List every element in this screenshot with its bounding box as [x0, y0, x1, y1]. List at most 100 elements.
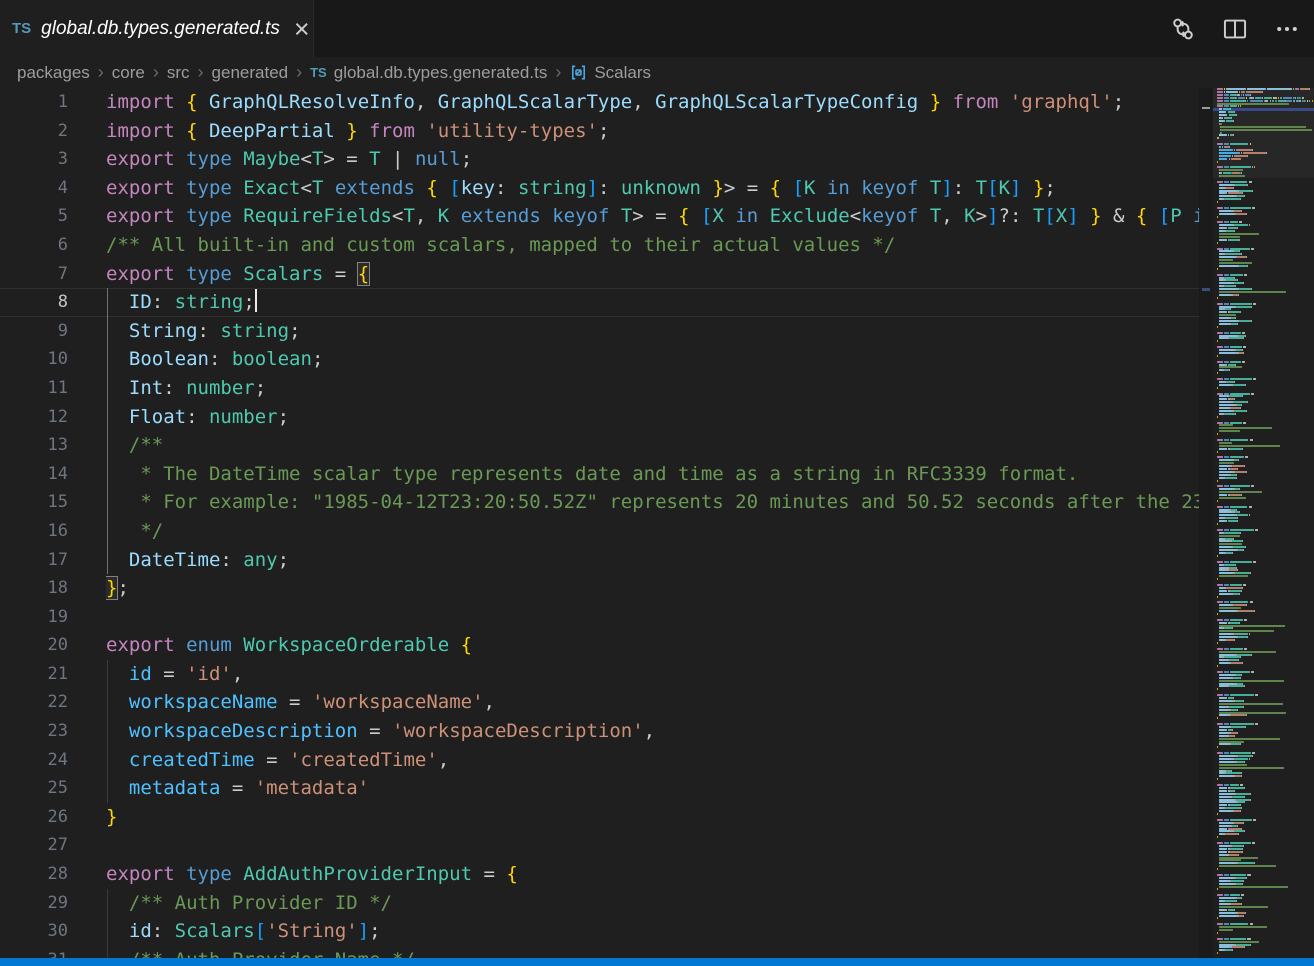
- line-number: 16: [0, 517, 68, 546]
- line-number: 6: [0, 231, 68, 260]
- line-content: id: Scalars['String'];: [106, 917, 1199, 946]
- code-line[interactable]: 4 export type Exact<T extends { [key: str…: [0, 174, 1199, 203]
- status-bar[interactable]: [0, 958, 1314, 966]
- line-number: 31: [0, 946, 68, 958]
- line-content: metadata = 'metadata': [106, 774, 1199, 803]
- code-line[interactable]: 23 workspaceDescription = 'workspaceDesc…: [0, 717, 1199, 746]
- overview-ruler[interactable]: [1199, 88, 1213, 958]
- ruler-decoration-mark: [1202, 288, 1210, 291]
- more-actions-icon[interactable]: [1274, 16, 1300, 42]
- line-content: * For example: "1985-04-12T23:20:50.52Z"…: [106, 488, 1199, 517]
- code-line[interactable]: 16 */: [0, 517, 1199, 546]
- tab-title: global.db.types.generated.ts: [41, 18, 280, 40]
- typescript-file-icon: TS: [12, 20, 31, 37]
- line-content: };: [106, 574, 1199, 603]
- vscode-editor-window: TS global.db.types.generated.ts ×: [0, 0, 1314, 966]
- indent-guide: [107, 431, 108, 460]
- line-number: 18: [0, 574, 68, 603]
- code-editor[interactable]: 1 import { GraphQLResolveInfo, GraphQLSca…: [0, 88, 1199, 958]
- line-number: 21: [0, 660, 68, 689]
- breadcrumb-item-file[interactable]: global.db.types.generated.ts: [334, 63, 548, 83]
- indent-guide: [107, 488, 108, 517]
- code-line[interactable]: 22 workspaceName = 'workspaceName',: [0, 688, 1199, 717]
- code-line[interactable]: 26}: [0, 803, 1199, 832]
- line-number: 4: [0, 174, 68, 203]
- breadcrumb-separator: ›: [555, 62, 561, 83]
- code-line[interactable]: 12 Float: number;: [0, 403, 1199, 432]
- code-line[interactable]: 6/** All built-in and custom scalars, ma…: [0, 231, 1199, 260]
- indent-guide: [107, 374, 108, 403]
- code-line[interactable]: 20export enum WorkspaceOrderable {: [0, 631, 1199, 660]
- typescript-file-icon: TS: [310, 65, 327, 80]
- code-line[interactable]: 21 id = 'id',: [0, 660, 1199, 689]
- code-line[interactable]: 30 id: Scalars['String'];: [0, 917, 1199, 946]
- breadcrumb-item-packages[interactable]: packages: [17, 63, 90, 83]
- code-line[interactable]: 27: [0, 831, 1199, 860]
- code-line[interactable]: 13 /**: [0, 431, 1199, 460]
- line-content: workspaceDescription = 'workspaceDescrip…: [106, 717, 1199, 746]
- line-number: 8: [0, 288, 68, 317]
- code-lines: 1 import { GraphQLResolveInfo, GraphQLSca…: [0, 88, 1199, 958]
- line-content: DateTime: any;: [106, 546, 1199, 575]
- line-content: Int: number;: [106, 374, 1199, 403]
- line-number: 13: [0, 431, 68, 460]
- code-line[interactable]: 10 Boolean: boolean;: [0, 345, 1199, 374]
- breadcrumb-separator: ›: [153, 62, 159, 83]
- breadcrumb-item-symbol[interactable]: Scalars: [594, 63, 651, 83]
- line-number: 7: [0, 260, 68, 289]
- line-content: export type Scalars = {: [106, 260, 1199, 289]
- line-number: 22: [0, 688, 68, 717]
- ruler-cursor-mark: [1202, 107, 1210, 109]
- line-content: import { GraphQLResolveInfo, GraphQLScal…: [106, 88, 1199, 117]
- line-number: 25: [0, 774, 68, 803]
- line-content: * The DateTime scalar type represents da…: [106, 460, 1199, 489]
- minimap[interactable]: [1213, 88, 1314, 958]
- line-content: [106, 831, 1199, 860]
- code-line[interactable]: 18};: [0, 574, 1199, 603]
- code-line[interactable]: 17 DateTime: any;: [0, 546, 1199, 575]
- line-content: createdTime = 'createdTime',: [106, 746, 1199, 775]
- code-line[interactable]: 7 export type Scalars = {: [0, 260, 1199, 289]
- line-content: import { DeepPartial } from 'utility-typ…: [106, 117, 1199, 146]
- line-number: 9: [0, 317, 68, 346]
- indent-guide: [107, 889, 108, 918]
- breadcrumb-item-generated[interactable]: generated: [212, 63, 289, 83]
- code-line[interactable]: 2 import { DeepPartial } from 'utility-ty…: [0, 117, 1199, 146]
- code-line[interactable]: 19: [0, 603, 1199, 632]
- code-line[interactable]: 24 createdTime = 'createdTime',: [0, 746, 1199, 775]
- breadcrumb-item-src[interactable]: src: [167, 63, 190, 83]
- split-editor-icon[interactable]: [1222, 16, 1248, 42]
- indent-guide: [107, 288, 108, 317]
- code-line[interactable]: 8 ID: string;: [0, 288, 1199, 317]
- code-line[interactable]: 11 Int: number;: [0, 374, 1199, 403]
- code-line[interactable]: 29 /** Auth Provider ID */: [0, 889, 1199, 918]
- line-content: /**: [106, 431, 1199, 460]
- line-content: export enum WorkspaceOrderable {: [106, 631, 1199, 660]
- code-line[interactable]: 25 metadata = 'metadata': [0, 774, 1199, 803]
- indent-guide: [107, 546, 108, 575]
- breadcrumb-separator: ›: [98, 62, 104, 83]
- line-number: 1: [0, 88, 68, 117]
- indent-guide: [107, 317, 108, 346]
- indent-guide: [107, 517, 108, 546]
- open-changes-icon[interactable]: [1170, 16, 1196, 42]
- tab-global-db-types-generated[interactable]: TS global.db.types.generated.ts ×: [0, 0, 314, 57]
- code-line[interactable]: 9 String: string;: [0, 317, 1199, 346]
- line-number: 10: [0, 345, 68, 374]
- line-number: 24: [0, 746, 68, 775]
- code-line[interactable]: 28export type AddAuthProviderInput = {: [0, 860, 1199, 889]
- line-content: workspaceName = 'workspaceName',: [106, 688, 1199, 717]
- code-line[interactable]: 15 * For example: "1985-04-12T23:20:50.5…: [0, 488, 1199, 517]
- indent-guide: [107, 660, 108, 689]
- code-line[interactable]: 31 /** Auth Provider Name */: [0, 946, 1199, 958]
- code-line[interactable]: 3export type Maybe<T> = T | null;: [0, 145, 1199, 174]
- line-content: String: string;: [106, 317, 1199, 346]
- line-content: export type Exact<T extends { [key: stri…: [106, 174, 1199, 203]
- line-number: 2: [0, 117, 68, 146]
- close-tab-icon[interactable]: ×: [294, 19, 310, 39]
- breadcrumb-item-core[interactable]: core: [112, 63, 145, 83]
- code-line[interactable]: 5export type RequireFields<T, K extends …: [0, 202, 1199, 231]
- code-line[interactable]: 14 * The DateTime scalar type represents…: [0, 460, 1199, 489]
- line-number: 5: [0, 202, 68, 231]
- code-line[interactable]: 1 import { GraphQLResolveInfo, GraphQLSca…: [0, 88, 1199, 117]
